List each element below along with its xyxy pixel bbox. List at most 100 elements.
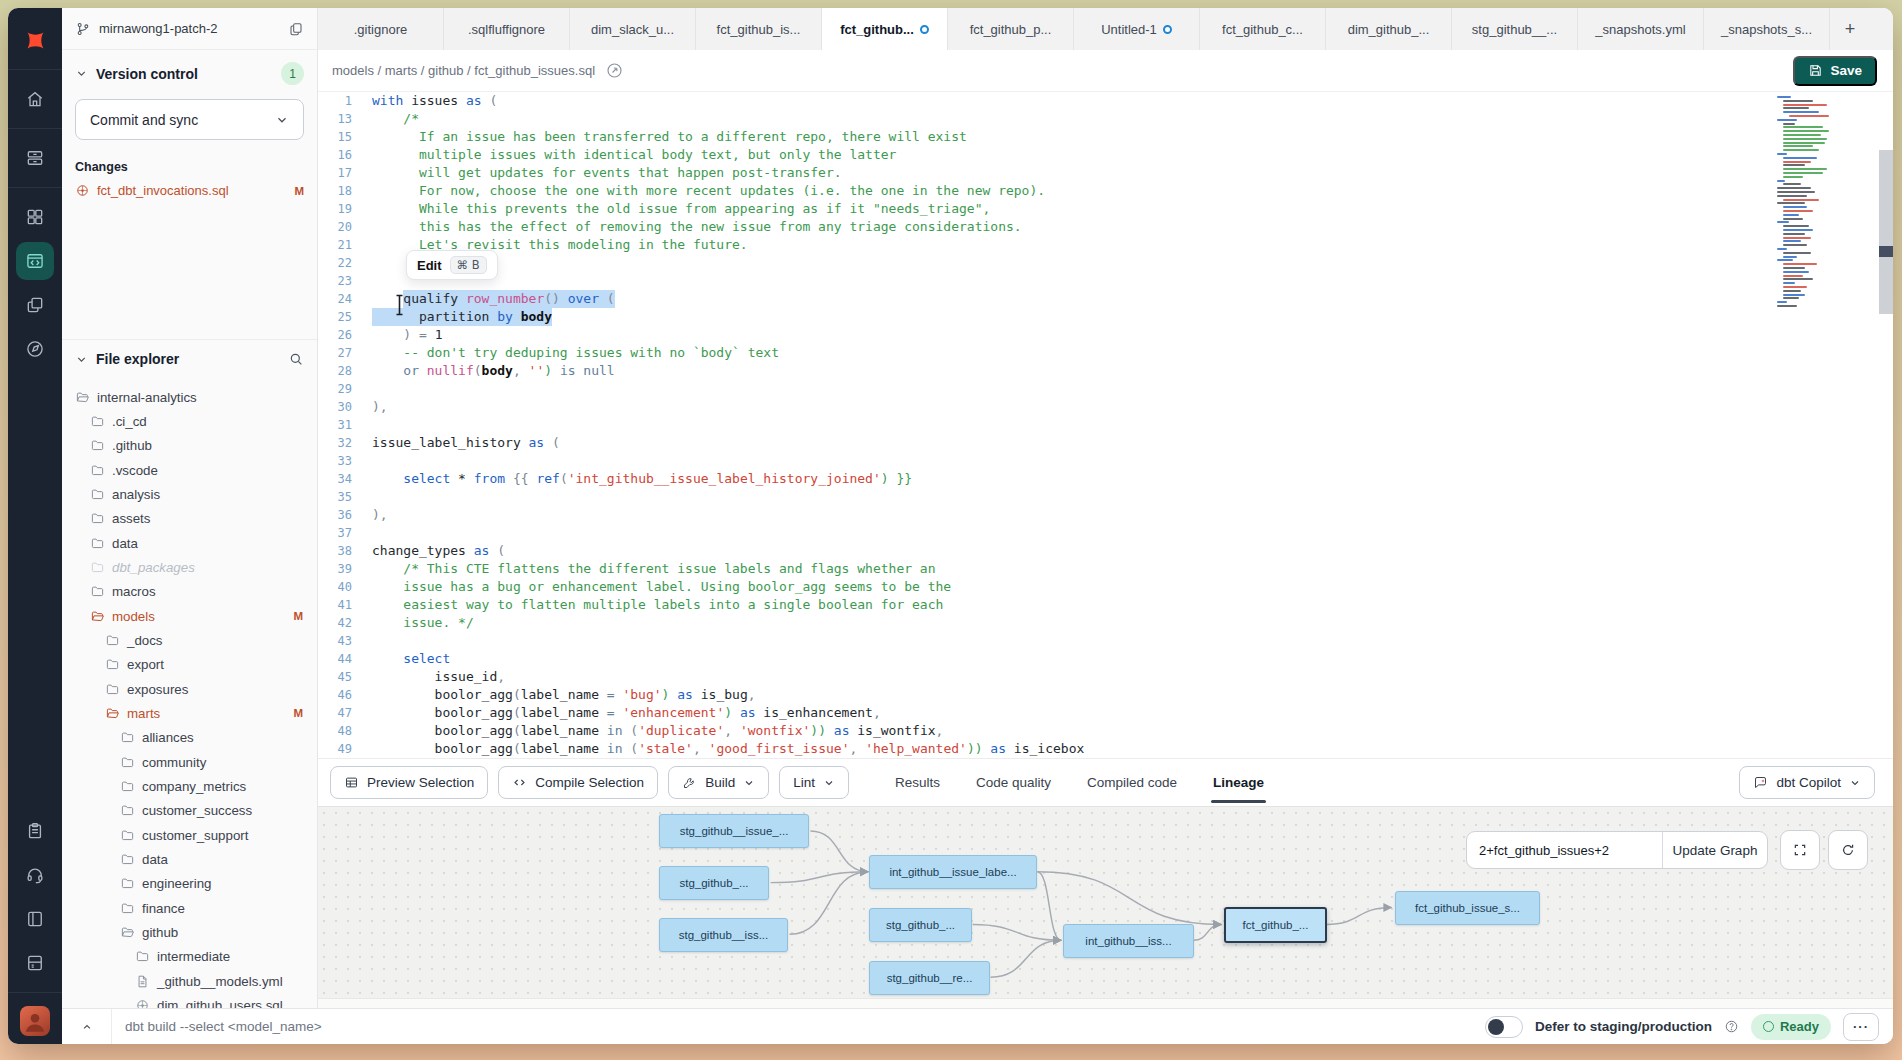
changed-file-row[interactable]: fct_dbt_invocations.sql M (75, 183, 304, 198)
file-tree-item[interactable]: _docs (62, 628, 317, 652)
save-button[interactable]: Save (1793, 56, 1877, 86)
file-actions-icon[interactable] (605, 61, 624, 80)
file-tree-item[interactable]: exposures (62, 677, 317, 701)
file-tree-item[interactable]: analysis (62, 482, 317, 506)
file-tree-item[interactable]: modelsM (62, 604, 317, 628)
code-line: 29 (318, 380, 1893, 398)
file-tree-item[interactable]: export (62, 653, 317, 677)
file-tree-item[interactable]: intermediate (62, 945, 317, 969)
file-tree-item[interactable]: company_metrics (62, 774, 317, 798)
panel-tab-code-quality[interactable]: Code quality (976, 759, 1051, 806)
lineage-node[interactable]: int_github__issue_labe... (869, 855, 1037, 889)
compile-selection-button[interactable]: Compile Selection (498, 766, 658, 799)
file-tree-item[interactable]: alliances (62, 726, 317, 750)
search-icon[interactable] (288, 351, 304, 367)
file-tree-item[interactable]: dbt_packages (62, 555, 317, 579)
chevron-down-icon[interactable] (75, 67, 88, 80)
file-tree-item[interactable]: assets (62, 507, 317, 531)
refresh-graph-button[interactable] (1828, 830, 1868, 870)
rail-apps-icon[interactable] (16, 198, 54, 236)
rail-docs-icon[interactable] (16, 900, 54, 938)
editor-tab[interactable]: .sqlfluffignore (444, 8, 570, 50)
editor-tab[interactable]: dim_github_... (1326, 8, 1452, 50)
file-tree-item[interactable]: .vscode (62, 458, 317, 482)
editor-tab[interactable]: fct_github_p... (948, 8, 1074, 50)
code-line: 17 will get updates for events that happ… (318, 164, 1893, 182)
rail-home-icon[interactable] (16, 80, 54, 118)
new-tab-button[interactable]: + (1830, 8, 1870, 50)
copy-branch-icon[interactable] (288, 21, 304, 37)
commit-and-sync-button[interactable]: Commit and sync (75, 99, 304, 140)
editor-tab[interactable]: _snapshots_s... (1704, 8, 1830, 50)
lineage-selector-input[interactable]: 2+fct_github_issues+2 (1467, 832, 1663, 868)
user-avatar[interactable] (20, 1006, 50, 1036)
panel-tab-lineage[interactable]: Lineage (1213, 759, 1264, 806)
editor-scrollbar[interactable] (1879, 150, 1893, 314)
help-icon[interactable] (1724, 1019, 1739, 1034)
lineage-node[interactable]: fct_github_issue_s... (1395, 891, 1540, 925)
editor-tab[interactable]: .gitignore (318, 8, 444, 50)
rail-dbt-logo-icon[interactable] (16, 21, 54, 59)
editor-tab[interactable]: fct_github_c... (1200, 8, 1326, 50)
rail-support-icon[interactable] (16, 856, 54, 894)
branch-name: mirnawong1-patch-2 (99, 21, 218, 36)
preview-selection-button[interactable]: Preview Selection (330, 766, 488, 799)
lineage-node[interactable]: stg_github_... (869, 908, 972, 942)
lineage-node[interactable]: int_github__iss... (1063, 924, 1194, 958)
status-badge[interactable]: Ready (1751, 1014, 1831, 1040)
lineage-node[interactable]: stg_github__iss... (659, 918, 788, 952)
file-tree-item[interactable]: dim_github_users.sql (62, 993, 317, 1008)
minimap[interactable] (1772, 92, 1872, 758)
defer-toggle[interactable] (1485, 1016, 1523, 1038)
rail-projects-icon[interactable] (16, 286, 54, 324)
file-tree-item[interactable]: community (62, 750, 317, 774)
file-tree-item[interactable]: github (62, 920, 317, 944)
file-tree-item[interactable]: customer_support (62, 823, 317, 847)
lint-button[interactable]: Lint (779, 766, 849, 799)
rail-environments-icon[interactable] (16, 139, 54, 177)
rail-terminal-icon[interactable] (16, 944, 54, 982)
lineage-node[interactable]: stg_github__issue_... (659, 814, 809, 848)
chevron-down-icon (275, 113, 289, 127)
lineage-node[interactable]: stg_github_... (659, 866, 769, 900)
rail-explore-icon[interactable] (16, 330, 54, 368)
folder-open-icon (120, 925, 135, 940)
rail-ide-icon[interactable] (16, 242, 54, 280)
editor-tab[interactable]: Untitled-1 (1074, 8, 1200, 50)
file-tree-item[interactable]: data (62, 531, 317, 555)
fullscreen-button[interactable] (1780, 830, 1820, 870)
panel-tab-compiled-code[interactable]: Compiled code (1087, 759, 1177, 806)
rail-changelog-icon[interactable] (16, 812, 54, 850)
file-tree-item[interactable]: .ci_cd (62, 409, 317, 433)
file-tree-item[interactable]: internal-analytics (62, 385, 317, 409)
editor-tab[interactable]: dim_slack_u... (570, 8, 696, 50)
edit-tooltip[interactable]: Edit ⌘ B (406, 250, 498, 280)
more-options-button[interactable]: ··· (1843, 1013, 1879, 1041)
file-tree-item[interactable]: martsM (62, 701, 317, 725)
update-graph-button[interactable]: Update Graph (1663, 832, 1767, 868)
branch-row[interactable]: mirnawong1-patch-2 (62, 8, 317, 50)
chevron-down-icon (743, 777, 755, 789)
file-tree-item[interactable]: data (62, 847, 317, 871)
editor-tab[interactable]: fct_github_is... (696, 8, 822, 50)
expand-command-bar-button[interactable] (62, 1009, 112, 1044)
editor-tab[interactable]: _snapshots.yml (1578, 8, 1704, 50)
editor-tab[interactable]: fct_github... (822, 8, 948, 50)
wrench-icon (682, 775, 697, 790)
panel-tab-results[interactable]: Results (895, 759, 940, 806)
file-tree-item[interactable]: _github__models.yml (62, 969, 317, 993)
file-tree-item[interactable]: engineering (62, 872, 317, 896)
file-tree-item[interactable]: customer_success (62, 799, 317, 823)
lineage-node[interactable]: stg_github__re... (869, 961, 990, 995)
editor-tab[interactable]: stg_github__... (1452, 8, 1578, 50)
lineage-node[interactable]: fct_github_... (1224, 907, 1327, 943)
file-tree-item[interactable]: finance (62, 896, 317, 920)
code-line: 33 (318, 452, 1893, 470)
dbt-copilot-button[interactable]: dbt Copilot (1739, 766, 1875, 799)
file-tree-item[interactable]: .github (62, 434, 317, 458)
code-editor[interactable]: 1with issues as (13 /*15 If an issue has… (318, 92, 1893, 758)
chevron-down-icon[interactable] (75, 353, 88, 366)
file-tree-item[interactable]: macros (62, 580, 317, 604)
command-input[interactable]: dbt build --select <model_name> (112, 1019, 322, 1034)
build-button[interactable]: Build (668, 766, 769, 799)
